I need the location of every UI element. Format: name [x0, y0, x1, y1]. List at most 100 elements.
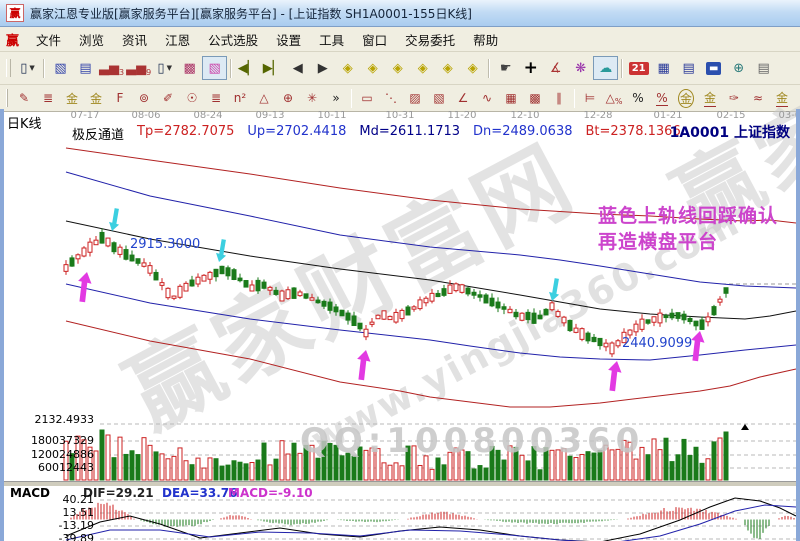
gold-ratio-lines-button[interactable]: 金: [60, 88, 84, 109]
net-quote-icon: ⊕: [733, 61, 744, 76]
prev-bar-button[interactable]: ◀: [285, 56, 310, 80]
macd-axis-label-13.51: 13.51: [4, 506, 94, 520]
gann-flower-icon: ❋: [575, 61, 586, 76]
spiral-tool-button[interactable]: ⊚: [132, 88, 156, 109]
cycle-circle-button[interactable]: ☉: [180, 88, 204, 109]
print-button[interactable]: ▤: [751, 56, 776, 80]
period-selector-dropdown-icon[interactable]: ▼: [29, 64, 34, 72]
mark-brush-button[interactable]: ✑: [722, 88, 746, 109]
wave-tool-button[interactable]: ≈: [746, 88, 770, 109]
minute-9-chart-sub-label: 9: [146, 68, 151, 77]
grid-tool-button[interactable]: ▦: [499, 88, 523, 109]
minute-9-chart-button[interactable]: ▃▅9: [125, 56, 152, 80]
menu-item-10[interactable]: 帮助: [464, 28, 507, 51]
fan-box-icon: ▧: [433, 91, 444, 105]
angle-line-button[interactable]: ∠: [451, 88, 475, 109]
menu-item-9[interactable]: 交易委托: [396, 28, 464, 51]
diamond-move-button[interactable]: ◈: [460, 56, 485, 80]
parallel-lines-icon: ∥: [556, 91, 562, 105]
more-tools-button[interactable]: »: [324, 88, 348, 109]
date-tick-10-11: 10-11: [317, 110, 346, 121]
app-icon[interactable]: 赢: [6, 4, 24, 22]
grid-arrow-tool-button[interactable]: ▩: [523, 88, 547, 109]
crosshair-tool-button[interactable]: +: [518, 56, 543, 80]
last-bar-button[interactable]: ▶▏: [260, 56, 285, 80]
zigzag-line-button[interactable]: ∿: [475, 88, 499, 109]
f10-info-icon: ▤: [79, 61, 91, 76]
fan-box-button[interactable]: ▧: [427, 88, 451, 109]
minute-3-chart-sub-label: 3: [119, 68, 124, 77]
menu-item-3[interactable]: 资讯: [113, 28, 156, 51]
hand-tool-button[interactable]: ☛: [493, 56, 518, 80]
minute-3-chart-button[interactable]: ▃▅3: [98, 56, 125, 80]
diamond-center-button[interactable]: ◈: [435, 56, 460, 80]
calendar-icon: 21: [629, 62, 649, 75]
gann-box-button[interactable]: ▩: [177, 56, 202, 80]
time-comb-button[interactable]: ≣: [204, 88, 228, 109]
angle-up-tool-button[interactable]: ∡: [794, 88, 800, 109]
first-bar-button[interactable]: ◀▏: [235, 56, 260, 80]
main-graph-button[interactable]: ▧: [48, 56, 73, 80]
diamond-h-shrink-icon: ◈: [418, 61, 428, 76]
scale-ruler-button[interactable]: ⊨: [578, 88, 602, 109]
menu-item-5[interactable]: 公式选股: [199, 28, 267, 51]
diamond-h-expand-button[interactable]: ◈: [385, 56, 410, 80]
macd-axis-label--39.89: -39.89: [4, 532, 94, 541]
save-button[interactable]: ▬: [701, 56, 726, 80]
net-quote-button[interactable]: ⊕: [726, 56, 751, 80]
gold-lines-button[interactable]: 金: [698, 88, 722, 109]
menu-item-7[interactable]: 工具: [310, 28, 353, 51]
rect-tool-icon: ▭: [361, 91, 372, 105]
gold-underline-button[interactable]: 金: [770, 88, 794, 109]
gann-flower-button[interactable]: ❋: [568, 56, 593, 80]
calculator-icon: ▦: [658, 61, 670, 76]
diamond-h-shrink-button[interactable]: ◈: [410, 56, 435, 80]
parallel-lines-button[interactable]: ∥: [547, 88, 571, 109]
gold-circle-button[interactable]: 金: [674, 88, 698, 109]
toolbar-separator: [574, 89, 575, 108]
gold-ratio-lines2-icon: 金: [90, 90, 102, 107]
diamond-move-icon: ◈: [468, 61, 478, 76]
target-circle-button[interactable]: ⊕: [276, 88, 300, 109]
angle-line-icon: ∠: [458, 91, 469, 105]
next-bar-button[interactable]: ▶: [310, 56, 335, 80]
menu-item-4[interactable]: 江恩: [156, 28, 199, 51]
gann-comb-button[interactable]: ≣: [36, 88, 60, 109]
percent-triangle-sub-label: %: [615, 97, 623, 106]
hatch-box-button[interactable]: ▨: [403, 88, 427, 109]
prism-tool-button[interactable]: △: [252, 88, 276, 109]
prism-tool-icon: △: [259, 91, 268, 105]
menu-item-2[interactable]: 浏览: [70, 28, 113, 51]
gold-ratio-lines2-button[interactable]: 金: [84, 88, 108, 109]
diamond-right-button[interactable]: ◈: [360, 56, 385, 80]
menu-item-1[interactable]: 文件: [27, 28, 70, 51]
fibo-lines-button[interactable]: F: [108, 88, 132, 109]
period-selector-button[interactable]: ▯▼: [15, 56, 40, 80]
n-square-button[interactable]: n²: [228, 88, 252, 109]
axis-label-2132.4933: 2132.4933: [4, 413, 94, 427]
menu-item-8[interactable]: 窗口: [353, 28, 396, 51]
draw-brush2-button[interactable]: ✐: [156, 88, 180, 109]
candle-style-button[interactable]: ▯▼: [152, 56, 177, 80]
menu-item-6[interactable]: 设置: [267, 28, 310, 51]
rect-tool-button[interactable]: ▭: [355, 88, 379, 109]
candle-style-dropdown-icon[interactable]: ▼: [167, 64, 172, 72]
notepad-button[interactable]: ▤: [676, 56, 701, 80]
draw-brush-button[interactable]: ✎: [12, 88, 36, 109]
percent-button[interactable]: %: [626, 88, 650, 109]
star-rays-button[interactable]: ✳: [300, 88, 324, 109]
smart-cloud-button[interactable]: ☁: [593, 56, 618, 80]
angle-tool-button[interactable]: ∡: [543, 56, 568, 80]
f10-info-button[interactable]: ▤: [73, 56, 98, 80]
calendar-button[interactable]: 21: [626, 56, 651, 80]
percent-triangle-button[interactable]: △%: [602, 88, 626, 109]
percent-lines-button[interactable]: %: [650, 88, 674, 109]
color-chart-button[interactable]: ▧: [202, 56, 227, 80]
fibo-lines-icon: F: [117, 91, 124, 105]
gold-lines-icon: 金: [704, 89, 716, 107]
diamond-left-button[interactable]: ◈: [335, 56, 360, 80]
minute-9-chart-icon: ▃▅: [126, 61, 146, 76]
calculator-button[interactable]: ▦: [651, 56, 676, 80]
draw-brush2-icon: ✐: [163, 91, 173, 105]
ray-fan-button[interactable]: ⋱: [379, 88, 403, 109]
